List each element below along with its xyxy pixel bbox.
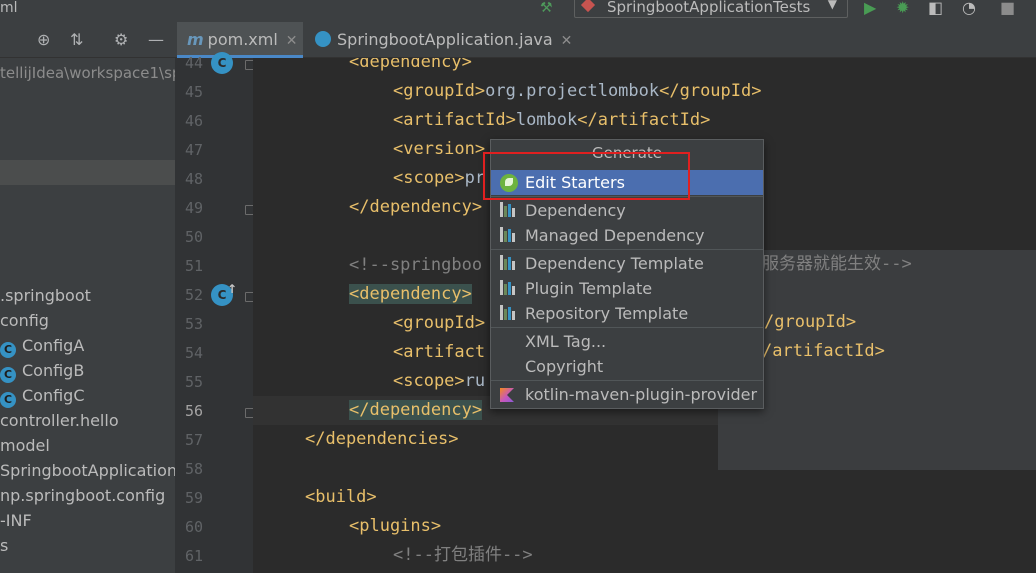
menu-item-kotlin-maven-plugin-provider[interactable]: kotlin-maven-plugin-provider — [491, 382, 763, 407]
menu-item-dependency[interactable]: Dependency — [491, 198, 763, 223]
menu-item-managed-dependency[interactable]: Managed Dependency — [491, 223, 763, 248]
menu-item-dependency-template[interactable]: Dependency Template — [491, 251, 763, 276]
line-number: 46 — [184, 112, 203, 130]
menu-item-xml-tag[interactable]: XML Tag... — [491, 329, 763, 354]
line-number-gutter: 44 C 45 46 47 48 49 50 51 52 C ↑ 53 54 55 56 57 58 59 60 61 — [175, 52, 255, 573]
run-configuration-dropdown[interactable]: SpringbootApplicationTests ▼ — [574, 0, 848, 18]
menu-item-repository-template[interactable]: Repository Template — [491, 301, 763, 326]
line-number: 59 — [184, 489, 203, 507]
code-line: <!--打包插件--> — [393, 545, 533, 565]
tree-item-model[interactable]: model — [0, 436, 50, 455]
tree-item-test-config[interactable]: np.springboot.config — [0, 486, 165, 505]
maven-dependency-gutter-icon[interactable]: C — [211, 52, 233, 74]
code-line: <build> — [305, 487, 377, 507]
build-hammer-icon[interactable]: ⚒ — [540, 0, 553, 16]
line-number: 58 — [184, 460, 203, 478]
run-icon[interactable]: ▶ — [864, 0, 876, 17]
code-line: <version> — [393, 139, 486, 159]
chevron-down-icon: ▼ — [827, 0, 837, 11]
project-panel-header: ⊕ ⇅ ⚙ — — [0, 22, 175, 58]
class-icon: C — [0, 392, 16, 408]
code-line: <artifactId>lombok</artifactId> — [393, 110, 711, 130]
menu-item-plugin-template[interactable]: Plugin Template — [491, 276, 763, 301]
maven-bars-icon — [500, 227, 520, 244]
annotation-highlight-box — [483, 152, 690, 200]
maven-bars-icon — [500, 202, 520, 219]
maven-bars-icon — [500, 280, 520, 297]
selected-tree-row[interactable] — [0, 160, 175, 185]
code-line: <groupId> — [393, 313, 486, 333]
java-class-icon — [315, 31, 331, 47]
maven-icon: m — [187, 30, 204, 49]
line-number: 45 — [184, 83, 203, 101]
locate-icon[interactable]: ⊕ — [37, 30, 50, 49]
tag-fragment: /artifactId> — [762, 341, 885, 361]
tab-pom-xml[interactable]: m pom.xml ✕ — [177, 22, 303, 58]
tree-item-application[interactable]: SpringbootApplication — [0, 461, 175, 480]
line-number: 56 — [184, 402, 203, 420]
line-number: 52 — [184, 286, 203, 304]
tree-item-resources[interactable]: s — [0, 536, 8, 555]
hide-panel-icon[interactable]: — — [148, 30, 164, 49]
line-number: 57 — [184, 431, 203, 449]
maven-dependency-gutter-icon[interactable]: C ↑ — [211, 282, 237, 306]
close-tab-icon[interactable]: ✕ — [561, 33, 573, 49]
tree-item-config[interactable]: config — [0, 311, 49, 330]
title-bar: ml ⚒ SpringbootApplicationTests ▼ ▶ ✹ ◧ … — [0, 0, 1036, 22]
tab-springbootapplication-java[interactable]: SpringbootApplication.java ✕ — [309, 22, 572, 58]
run-configuration-label: SpringbootApplicationTests — [607, 0, 811, 16]
tree-item-configb[interactable]: C ConfigB — [0, 361, 84, 383]
project-tree: tellijIdea\workspace1\sp .springboot con… — [0, 58, 175, 573]
window-title-fragment: ml — [0, 0, 18, 16]
line-number: 53 — [184, 315, 203, 333]
maven-bars-icon — [500, 255, 520, 272]
code-line: <!--springboo — [349, 255, 483, 275]
tree-item-controller[interactable]: controller.hello — [0, 411, 119, 430]
class-icon: C — [0, 367, 16, 383]
line-number: 55 — [184, 373, 203, 391]
line-number: 44 — [184, 54, 203, 72]
line-number: 60 — [184, 518, 203, 536]
menu-separator — [491, 327, 763, 328]
code-line: <groupId>org.projectlombok</groupId> — [393, 81, 762, 101]
maven-bars-icon — [500, 305, 520, 322]
code-line: </dependency> — [349, 197, 483, 217]
code-line: </dependencies> — [305, 429, 459, 449]
code-line: </dependency> — [349, 400, 483, 420]
tree-item-configc[interactable]: C ConfigC — [0, 386, 85, 408]
line-number: 48 — [184, 170, 203, 188]
stop-icon[interactable]: ■ — [1000, 0, 1015, 17]
project-path: tellijIdea\workspace1\sp — [0, 64, 175, 82]
code-line: <dependency> — [349, 284, 472, 304]
line-number: 54 — [184, 344, 203, 362]
menu-separator — [491, 249, 763, 250]
code-line: <scope>ru — [393, 371, 486, 391]
tree-item-inf[interactable]: -INF — [0, 511, 32, 530]
close-tab-icon[interactable]: ✕ — [286, 33, 298, 49]
coverage-icon[interactable]: ◧ — [928, 0, 943, 17]
menu-item-copyright[interactable]: Copyright — [491, 354, 763, 379]
code-line: <artifact — [393, 342, 486, 362]
tree-item-package[interactable]: .springboot — [0, 286, 91, 305]
editor-tab-bar: m pom.xml ✕ SpringbootApplication.java ✕ — [175, 22, 1036, 58]
line-number: 61 — [184, 547, 203, 565]
kotlin-icon — [500, 386, 520, 403]
class-icon: C — [0, 342, 16, 358]
menu-separator — [491, 380, 763, 381]
line-number: 51 — [184, 257, 203, 275]
code-line: <scope>pr — [393, 168, 486, 188]
tree-item-configa[interactable]: C ConfigA — [0, 336, 84, 358]
comment-fragment: 服务器就能生效--> — [762, 254, 912, 274]
line-number: 50 — [184, 228, 203, 246]
code-line: <plugins> — [349, 516, 442, 536]
profile-icon[interactable]: ◔ — [962, 0, 976, 17]
gear-icon[interactable]: ⚙ — [114, 30, 128, 49]
tag-fragment: /groupId> — [764, 312, 857, 332]
line-number: 47 — [184, 141, 203, 159]
test-config-icon — [580, 0, 596, 13]
code-line: <dependency> — [349, 58, 472, 72]
collapse-all-icon[interactable]: ⇅ — [70, 30, 83, 49]
debug-icon[interactable]: ✹ — [896, 0, 909, 17]
line-number: 49 — [184, 199, 203, 217]
